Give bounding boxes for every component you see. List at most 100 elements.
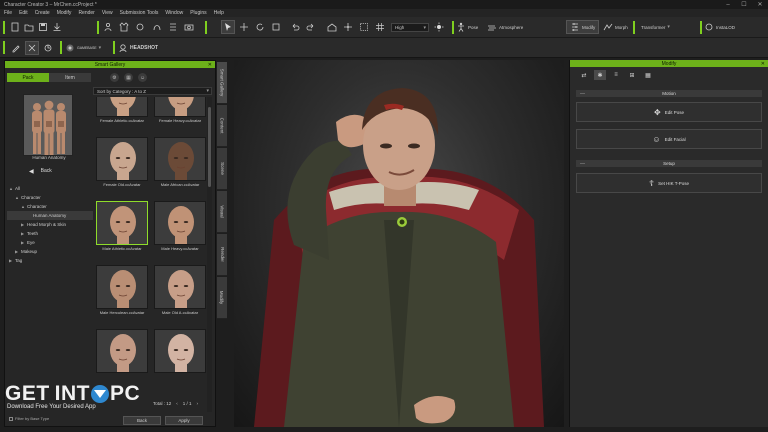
3d-viewport[interactable]: [234, 60, 564, 427]
prev-page-icon[interactable]: ‹: [176, 401, 178, 406]
tab-scene[interactable]: Scene: [217, 148, 227, 190]
back-button[interactable]: Back: [123, 416, 161, 425]
maximize-button[interactable]: ☐: [736, 0, 752, 9]
filter-checkbox[interactable]: [9, 416, 13, 421]
move-tool-icon[interactable]: [237, 20, 251, 34]
tab-visual[interactable]: Visual: [217, 191, 227, 233]
save-icon[interactable]: [36, 20, 50, 34]
tab-content[interactable]: Content: [217, 105, 227, 147]
layout-icon[interactable]: ▦: [124, 73, 133, 82]
avatar-thumbnail[interactable]: [154, 201, 206, 245]
grid-icon[interactable]: [373, 20, 387, 34]
gallery-item[interactable]: [96, 329, 148, 374]
import-icon[interactable]: [50, 20, 64, 34]
menu-view[interactable]: View: [102, 10, 113, 16]
tree-item[interactable]: ▲ All: [7, 184, 93, 193]
edit-mesh-icon[interactable]: [9, 41, 23, 55]
setup-section-header[interactable]: Setup: [576, 160, 762, 167]
tree-item[interactable]: ▶ Head Morph & Skin: [7, 220, 93, 229]
menu-create[interactable]: Create: [35, 10, 50, 16]
avatar-thumbnail[interactable]: [96, 265, 148, 309]
edit-facial-button[interactable]: ☺ Edit Facial: [576, 129, 762, 149]
edit-pose-button[interactable]: ✥ Edit Pose: [576, 102, 762, 122]
menu-help[interactable]: Help: [214, 10, 224, 16]
avatar-thumbnail[interactable]: [154, 329, 206, 373]
close-icon[interactable]: ✕: [208, 62, 212, 68]
menu-render[interactable]: Render: [78, 10, 94, 16]
avatar-thumbnail[interactable]: [154, 97, 206, 117]
gallery-item[interactable]: Male Old A.ccAvatar: [154, 265, 206, 315]
next-page-icon[interactable]: ›: [197, 401, 199, 406]
tree-item[interactable]: ▶ Tag: [7, 256, 93, 265]
filter-base-type[interactable]: Filter by Base Type: [9, 416, 49, 421]
avatar-thumbnail[interactable]: [96, 201, 148, 245]
tab-render[interactable]: Render: [217, 234, 227, 276]
morph-button[interactable]: Morph: [603, 20, 628, 34]
instalod-button[interactable]: InstaLOD: [704, 20, 735, 34]
scrollbar-thumb[interactable]: [208, 107, 211, 187]
tab-pack[interactable]: Pack: [7, 73, 49, 82]
menu-modify[interactable]: Modify: [57, 10, 72, 16]
undo-icon[interactable]: [288, 20, 302, 34]
pan-camera-icon[interactable]: [341, 20, 355, 34]
gallery-scrollbar[interactable]: [207, 97, 212, 412]
tab-smart-gallery[interactable]: Smart Gallery: [217, 62, 227, 104]
menu-window[interactable]: Window: [165, 10, 183, 16]
back-nav-button[interactable]: ◀ Back: [9, 166, 89, 176]
camera-icon[interactable]: [182, 20, 196, 34]
attributes-icon[interactable]: ≡: [610, 70, 622, 80]
menu-edit[interactable]: Edit: [19, 10, 28, 16]
motion-icon[interactable]: ⇄: [578, 70, 590, 80]
pick-tool-icon[interactable]: [25, 41, 39, 55]
gallery-item[interactable]: Female Athletic.ccAvatar: [96, 97, 148, 123]
fit-view-icon[interactable]: [357, 20, 371, 34]
scale-tool-icon[interactable]: [269, 20, 283, 34]
pose-button[interactable]: Pose: [456, 20, 478, 34]
open-folder-icon[interactable]: [22, 20, 36, 34]
quality-dropdown[interactable]: High: [391, 23, 429, 32]
new-project-icon[interactable]: [8, 20, 22, 34]
gallery-item[interactable]: Male Heavy.ccAvatar: [154, 201, 206, 251]
morph-sliders-icon[interactable]: [166, 20, 180, 34]
close-icon[interactable]: ✕: [761, 61, 765, 67]
gallery-item[interactable]: Female Heavy.ccAvatar: [154, 97, 206, 123]
tree-item[interactable]: ▲ Character: [7, 193, 93, 202]
menu-plugins[interactable]: Plugins: [190, 10, 206, 16]
avatar-thumbnail[interactable]: [154, 137, 206, 181]
redo-icon[interactable]: [304, 20, 318, 34]
sort-dropdown[interactable]: Sort by Category : A to Z: [93, 87, 212, 95]
gallery-item[interactable]: Male African.ccAvatar: [154, 137, 206, 187]
tab-item[interactable]: Item: [49, 73, 91, 82]
gallery-item[interactable]: Male Herculean.ccAvatar: [96, 265, 148, 315]
gamebase-button[interactable]: GAMEBASE ▾: [65, 41, 101, 55]
tree-item[interactable]: ▶ Eye: [7, 238, 93, 247]
modify-button[interactable]: Modify: [566, 20, 600, 34]
headshot-button[interactable]: HEADSHOT: [118, 41, 158, 55]
clothing-icon[interactable]: [117, 20, 131, 34]
tree-item[interactable]: Human Anatomy: [7, 211, 93, 220]
settings-icon[interactable]: ⚙: [110, 73, 119, 82]
material-checker-icon[interactable]: ▦: [642, 70, 654, 80]
set-t-pose-button[interactable]: ☦ Set HIK T-Pose: [576, 173, 762, 193]
close-button[interactable]: ✕: [752, 0, 768, 9]
gallery-item[interactable]: [154, 329, 206, 374]
menu-file[interactable]: File: [4, 10, 12, 16]
apply-button[interactable]: Apply: [165, 416, 203, 425]
pack-thumbnail[interactable]: [23, 94, 73, 156]
accessory-icon[interactable]: [133, 20, 147, 34]
menu-submission-tools[interactable]: Submission Tools: [120, 10, 159, 16]
lighting-sun-icon[interactable]: [432, 20, 446, 34]
pose-figure-icon[interactable]: ✱: [594, 70, 606, 80]
select-tool-icon[interactable]: [221, 20, 235, 34]
tree-item[interactable]: ▶ Teeth: [7, 229, 93, 238]
gallery-item[interactable]: Male Athletic.ccAvatar: [96, 201, 148, 251]
home-camera-icon[interactable]: [325, 20, 339, 34]
morph-slider-icon[interactable]: ⊞: [626, 70, 638, 80]
avatar-thumbnail[interactable]: [96, 97, 148, 117]
gallery-item[interactable]: Female Old.ccAvatar: [96, 137, 148, 187]
avatar-thumbnail[interactable]: [154, 265, 206, 309]
tree-item[interactable]: ▶ Makeup: [7, 247, 93, 256]
reset-icon[interactable]: [41, 41, 55, 55]
avatar-thumbnail[interactable]: [96, 137, 148, 181]
transformer-button[interactable]: Transformer ▾: [639, 20, 670, 34]
